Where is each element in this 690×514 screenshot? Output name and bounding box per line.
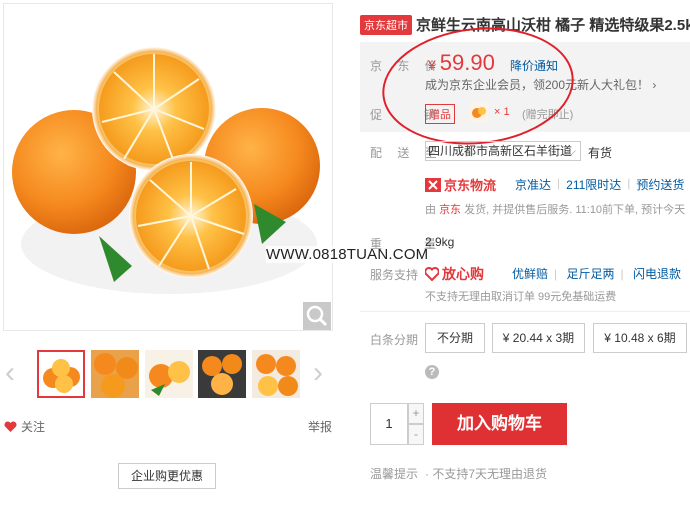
logistics-brand-text: 京东物流 — [444, 178, 497, 193]
shield-heart-icon — [425, 267, 439, 281]
service-brand[interactable]: 放心购 — [425, 264, 484, 284]
installment-option-6[interactable]: ¥ 10.48 x 6期 — [593, 323, 687, 353]
ship-suffix: 发货, 并提供售后服务. 11:10前下单, 预计今天 — [461, 204, 686, 216]
service-item-3[interactable]: 闪电退款 — [633, 267, 681, 281]
annotation-circle — [376, 18, 580, 154]
shipping-info: 由 京东 发货, 并提供售后服务. 11:10前下单, 预计今天 — [425, 201, 685, 217]
thumbnail-3[interactable] — [145, 350, 193, 398]
installment-option-3[interactable]: ¥ 20.44 x 3期 — [492, 323, 585, 353]
magnifier-icon — [306, 305, 328, 327]
question-icon[interactable]: ? — [425, 365, 439, 379]
follow-button[interactable]: 关注 — [4, 418, 45, 435]
chevron-down-icon: ⌵ — [566, 144, 576, 158]
service-jingzhunda[interactable]: 京准达 — [515, 176, 551, 193]
address-text: 四川成都市高新区石羊街道 — [428, 144, 573, 158]
weight-value: 2.9kg — [425, 235, 455, 249]
thumbnail-1[interactable] — [37, 350, 85, 398]
installment-option-none[interactable]: 不分期 — [425, 323, 485, 353]
service-item-2[interactable]: 足斤足两 — [566, 267, 614, 281]
quantity-increase-button[interactable]: + — [408, 403, 424, 424]
divider — [360, 311, 690, 312]
service-label: 服务支持 — [370, 268, 419, 282]
ship-prefix: 由 — [425, 204, 440, 216]
heart-icon — [4, 420, 17, 432]
quantity-input[interactable]: 1 — [370, 403, 408, 445]
thumbnail-2[interactable] — [91, 350, 139, 398]
chevron-right-icon[interactable]: › — [313, 358, 323, 388]
service-items: 优鲜赔 | 足斤足两 | 闪电退款 — [512, 267, 681, 281]
thumbnail-5[interactable] — [252, 350, 300, 398]
corporate-purchase-button[interactable]: 企业购更优惠 — [118, 463, 216, 489]
ship-seller[interactable]: 京东 — [439, 204, 461, 216]
report-link[interactable]: 举报 — [308, 418, 332, 435]
jd-logistics-brand: 京东物流 — [425, 175, 496, 194]
service-item-1[interactable]: 优鲜赔 — [512, 267, 548, 281]
zoom-button[interactable] — [303, 302, 331, 330]
add-to-cart-button[interactable]: 加入购物车 — [432, 403, 567, 445]
follow-label: 关注 — [21, 420, 46, 434]
tips-text: · 不支持7天无理由退货 — [425, 467, 548, 481]
store-badge: 京东超市 — [360, 14, 412, 35]
installment-label: 白条分期 — [370, 333, 419, 347]
service-appointment[interactable]: 预约送货 — [636, 176, 684, 193]
delivery-services: 京准达 | 211限时达 | 预约送货 — [515, 176, 685, 193]
main-product-image[interactable] — [3, 3, 333, 331]
address-selector[interactable]: 四川成都市高新区石羊街道 ⌵ — [425, 141, 581, 161]
service-brand-text: 放心购 — [442, 266, 484, 282]
service-note: 不支持无理由取消订单 99元免基础运费 — [425, 291, 617, 303]
thumbnail-4[interactable] — [198, 350, 246, 398]
service-211[interactable]: 211限时达 — [566, 176, 621, 193]
stock-status: 有货 — [588, 146, 613, 160]
quantity-decrease-button[interactable]: - — [408, 424, 424, 445]
truck-icon — [425, 177, 441, 192]
chevron-left-icon[interactable]: ‹ — [5, 358, 15, 388]
tips-label: 温馨提示 — [370, 467, 419, 481]
